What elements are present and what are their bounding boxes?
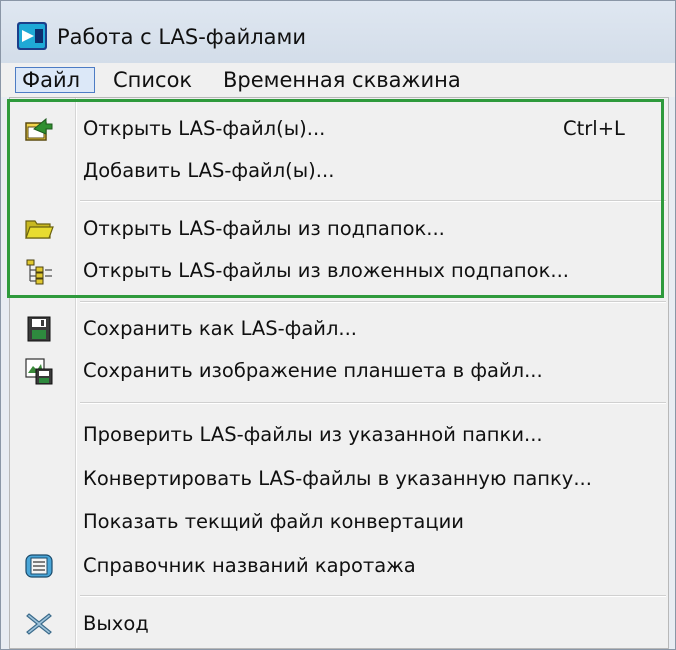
menu-item-label: Открыть LAS-файл(ы)... (83, 117, 326, 140)
menu-separator (80, 402, 666, 404)
menu-item-open-nested-subfolders[interactable]: Открыть LAS-файлы из вложенных подпапок.… (10, 252, 668, 290)
menu-item-shortcut: Ctrl+L (563, 117, 625, 140)
menu-list[interactable]: Список (107, 67, 198, 93)
menu-item-logging-dictionary[interactable]: Справочник названий каротажа (10, 547, 668, 585)
save-icon (24, 315, 54, 343)
menu-item-label: Сохранить как LAS-файл... (83, 317, 358, 340)
menu-item-check-las[interactable]: Проверить LAS-файлы из указанной папки..… (10, 416, 668, 454)
menu-item-open-subfolders[interactable]: Открыть LAS-файлы из подпапок... (10, 210, 668, 248)
menu-separator (80, 200, 666, 202)
menu-item-label: Конвертировать LAS-файлы в указанную пап… (83, 467, 592, 490)
window-title: Работа с LAS-файлами (57, 25, 307, 49)
dictionary-icon (24, 552, 54, 580)
menu-item-label: Открыть LAS-файлы из подпапок... (83, 217, 445, 240)
menu-item-add-las[interactable]: Добавить LAS-файл(ы)... (10, 152, 668, 190)
title-bar: Работа с LAS-файлами (1, 1, 675, 63)
menu-item-save-image[interactable]: Сохранить изображение планшета в файл... (10, 352, 668, 390)
file-dropdown-menu: Открыть LAS-файл(ы)... Ctrl+L Добавить L… (9, 97, 669, 649)
menu-item-open-las[interactable]: Открыть LAS-файл(ы)... Ctrl+L (10, 110, 668, 148)
menu-item-label: Открыть LAS-файлы из вложенных подпапок.… (83, 259, 569, 282)
menu-item-label: Добавить LAS-файл(ы)... (83, 159, 335, 182)
menu-item-label: Проверить LAS-файлы из указанной папки..… (83, 423, 543, 446)
exit-icon (24, 610, 54, 638)
menu-item-exit[interactable]: Выход (10, 605, 668, 643)
menu-item-label: Сохранить изображение планшета в файл... (83, 359, 543, 382)
menu-file[interactable]: Файл (15, 67, 95, 93)
menu-separator (80, 595, 666, 597)
menu-item-label: Показать текщий файл конвертации (83, 510, 464, 533)
menu-item-save-las[interactable]: Сохранить как LAS-файл... (10, 310, 668, 348)
folder-icon (24, 215, 54, 243)
save-image-icon (24, 357, 54, 385)
menu-item-label: Справочник названий каротажа (83, 554, 416, 577)
open-file-icon (24, 115, 54, 143)
menu-item-show-conversion-file[interactable]: Показать текщий файл конвертации (10, 503, 668, 541)
app-window: Работа с LAS-файлами Файл Список Временн… (0, 0, 676, 650)
menu-item-convert-las[interactable]: Конвертировать LAS-файлы в указанную пап… (10, 460, 668, 498)
menu-bar: Файл Список Временная скважина (1, 63, 675, 97)
menu-temp-well[interactable]: Временная скважина (217, 67, 467, 93)
menu-separator (80, 301, 666, 303)
app-icon (16, 21, 48, 51)
tree-icon (24, 257, 54, 285)
menu-item-label: Выход (83, 612, 149, 635)
